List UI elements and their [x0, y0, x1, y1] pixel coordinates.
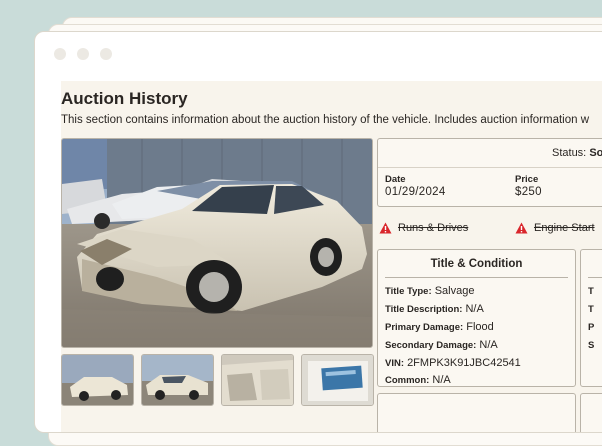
bottom-card-right — [580, 393, 602, 432]
price-label: Price — [515, 174, 539, 185]
warning-runs-drives: Runs & Drives — [379, 222, 468, 234]
photo-thumbnails — [61, 354, 374, 406]
title-type-row: Title Type: Salvage — [385, 285, 474, 297]
vin-row: VIN: 2FMPK3K91JBC42541 — [385, 357, 521, 369]
status-value: So — [589, 147, 602, 159]
primary-damage-key: Primary Damage: — [385, 322, 464, 333]
secondary-damage-key: Secondary Damage: — [385, 340, 477, 351]
side-card-divider — [588, 277, 602, 278]
side-row-4: S — [588, 340, 595, 351]
window-minimize-dot[interactable] — [77, 48, 89, 60]
window-maximize-dot[interactable] — [100, 48, 112, 60]
common-key: Common: — [385, 375, 430, 386]
bottom-card-left — [377, 393, 576, 432]
status-line: Status: So — [552, 147, 602, 159]
title-condition-card: Title & Condition Title Type: Salvage Ti… — [377, 249, 576, 387]
common-row: Common: N/A — [385, 374, 451, 386]
browser-window: Auction History This section contains in… — [34, 31, 602, 433]
title-description-key: Title Description: — [385, 304, 463, 315]
warning-engine-start: Engine Start — [515, 222, 595, 234]
title-condition-divider — [385, 277, 568, 278]
title-type-value: Salvage — [434, 285, 475, 297]
window-controls — [54, 48, 112, 60]
section-description: This section contains information about … — [61, 114, 590, 126]
title-condition-heading: Title & Condition — [430, 258, 523, 270]
thumbnail-4[interactable] — [301, 354, 374, 406]
status-divider — [378, 167, 602, 168]
date-label: Date — [385, 174, 406, 185]
status-label: Status: — [552, 147, 587, 159]
main-vehicle-photo[interactable] — [61, 138, 373, 348]
warning-triangle-icon — [515, 222, 528, 234]
section-title: Auction History — [61, 89, 188, 108]
primary-damage-row: Primary Damage: Flood — [385, 321, 494, 333]
side-info-card: T T P S — [580, 249, 602, 387]
price-value: $250 — [515, 186, 542, 198]
warning-engine-start-label: Engine Start — [534, 222, 595, 234]
title-description-value: N/A — [465, 303, 484, 315]
title-type-key: Title Type: — [385, 286, 432, 297]
title-description-row: Title Description: N/A — [385, 303, 484, 315]
side-row-3: P — [588, 322, 595, 333]
primary-damage-value: Flood — [466, 321, 494, 333]
thumbnail-2[interactable] — [141, 354, 214, 406]
common-value: N/A — [432, 374, 451, 386]
vin-value: 2FMPK3K91JBC42541 — [407, 357, 521, 369]
date-value: 01/29/2024 — [385, 186, 446, 198]
side-row-1: T — [588, 286, 594, 297]
vin-key: VIN: — [385, 358, 404, 369]
secondary-damage-row: Secondary Damage: N/A — [385, 339, 498, 351]
warning-triangle-icon — [379, 222, 392, 234]
secondary-damage-value: N/A — [479, 339, 498, 351]
sale-status-card: Status: So Date 01/29/2024 Price $250 — [377, 138, 602, 207]
warning-runs-drives-label: Runs & Drives — [398, 222, 469, 234]
side-row-2: T — [588, 304, 594, 315]
thumbnail-1[interactable] — [61, 354, 134, 406]
window-close-dot[interactable] — [54, 48, 66, 60]
auction-history-section: Auction History This section contains in… — [61, 81, 602, 432]
thumbnail-3[interactable] — [221, 354, 294, 406]
